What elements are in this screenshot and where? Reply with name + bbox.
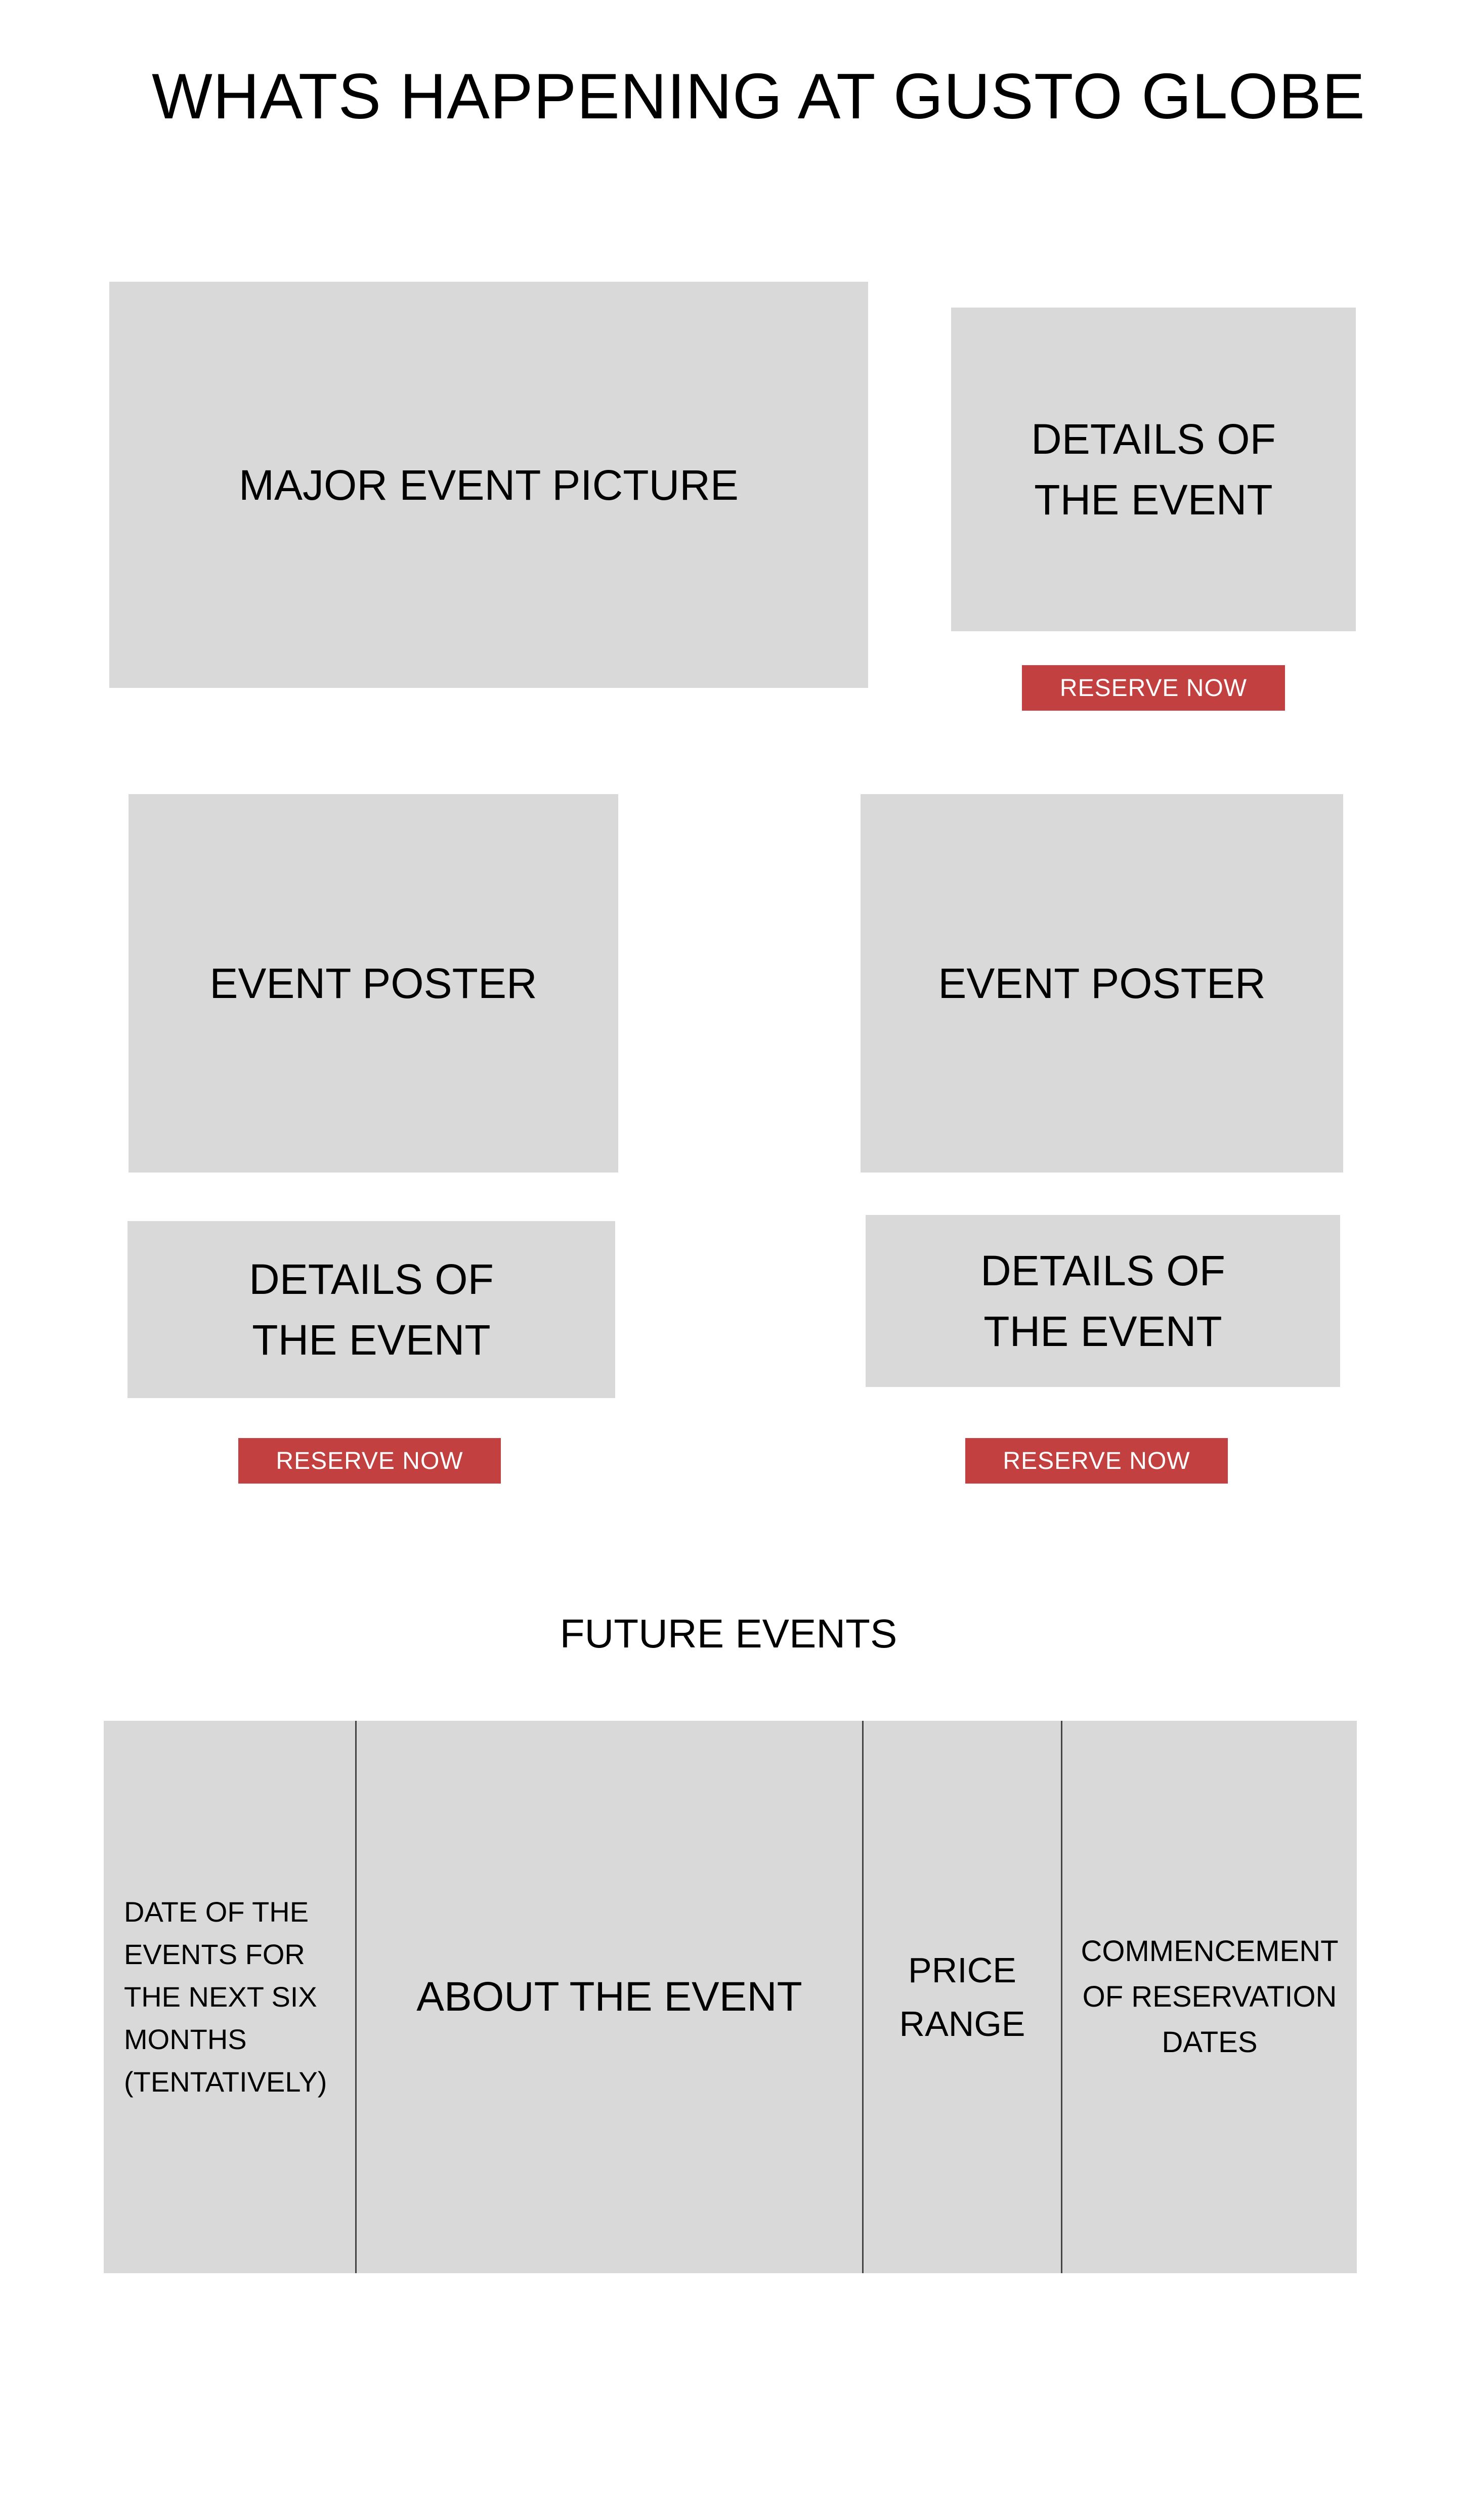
event-details-2: DETAILS OF THE EVENT (866, 1215, 1340, 1387)
future-events-col-dates-label: DATE OF THE EVENTS FOR THE NEXT SIX MONT… (124, 1896, 327, 2098)
future-events-col-price: PRICE RANGE (864, 1721, 1061, 2273)
future-events-title: FUTURE EVENTS (560, 1611, 897, 1656)
page-title: WHATS HAPPENING AT GUSTO GLOBE (152, 60, 1365, 132)
future-events-col-reservation-label: COMMENCEMENT OF RESERVATION DATES (1081, 1935, 1339, 2059)
major-event-picture-label: MAJOR EVENT PICTURE (239, 461, 739, 509)
future-events-col-reservation: COMMENCEMENT OF RESERVATION DATES (1062, 1721, 1357, 2273)
future-events-table: DATE OF THE EVENTS FOR THE NEXT SIX MONT… (104, 1721, 1357, 2273)
future-events-col-about: ABOUT THE EVENT (357, 1721, 862, 2273)
major-event-picture: MAJOR EVENT PICTURE (109, 282, 868, 688)
event-2-reserve-now-button[interactable]: RESERVE NOW (965, 1438, 1228, 1484)
featured-event-details: DETAILS OF THE EVENT (951, 308, 1356, 631)
event-poster-2: EVENT POSTER (861, 794, 1343, 1172)
future-events-col-price-label: PRICE RANGE (899, 1950, 1025, 2044)
event-poster-1-label: EVENT POSTER (209, 960, 537, 1007)
event-poster-2-label: EVENT POSTER (938, 960, 1266, 1007)
featured-event-details-label: DETAILS OF THE EVENT (1031, 415, 1276, 524)
event-details-1-label: DETAILS OF THE EVENT (249, 1255, 494, 1364)
event-details-2-label: DETAILS OF THE EVENT (980, 1247, 1225, 1355)
future-events-col-dates: DATE OF THE EVENTS FOR THE NEXT SIX MONT… (104, 1721, 356, 2273)
event-1-reserve-now-button[interactable]: RESERVE NOW (238, 1438, 501, 1484)
featured-reserve-now-button[interactable]: RESERVE NOW (1022, 665, 1285, 711)
event-details-1: DETAILS OF THE EVENT (127, 1221, 615, 1398)
future-events-col-about-label: ABOUT THE EVENT (416, 1974, 802, 2020)
event-poster-1: EVENT POSTER (128, 794, 618, 1172)
